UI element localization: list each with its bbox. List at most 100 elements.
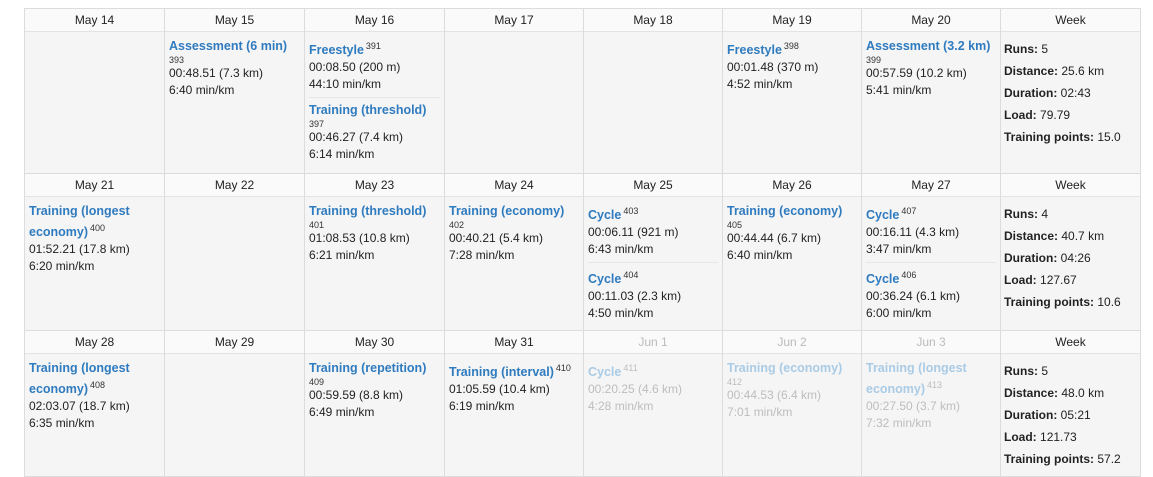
day-date: May 29 [165,331,304,355]
activity-entry: Cycle 411 00:20.25 (4.6 km) 4:28 min/km [588,360,718,419]
week-summary-cell: Week Runs: 5 Distance: 48.0 km Duration: 05… [1000,330,1141,477]
summary-value: 48.0 km [1061,386,1105,401]
day-cell: Jun 2 Training (economy) 412 00:44.53 (6.4 … [722,330,862,477]
activity-link[interactable]: Cycle 404 [588,267,718,288]
activity-entry: Training (economy) 402 00:40.21 (5.4 km) 7:… [449,203,579,268]
activity-pace: 6:49 min/km [309,405,375,420]
day-cell: May 17 [444,8,584,174]
activity-entry: Cycle 406 00:36.24 (6.1 km) 6:00 min/km [866,262,996,326]
activity-id: 400 [90,223,106,233]
week-row: May 28 Training (longest economy) 408 02:03… [24,330,1141,477]
activity-title[interactable]: Assessment (3.2 km) [866,39,990,53]
day-date: May 30 [305,331,444,355]
activity-title[interactable]: Training (longest economy) [29,204,130,239]
activity-link[interactable]: Training (threshold) [309,102,440,119]
day-date: May 14 [25,9,164,32]
day-cell: May 31 Training (interval) 410 01:05.59 (10… [444,330,584,477]
activity-title[interactable]: Training (economy) [727,361,842,375]
activity-entry: Training (economy) 412 00:44.53 (6.4 km) 7:… [727,360,857,425]
activity-title[interactable]: Training (threshold) [309,103,426,117]
activity-link[interactable]: Training (longest economy) 413 [866,360,996,398]
activity-pace: 6:35 min/km [29,416,95,431]
activity-duration: 00:16.11 (4.3 km) [866,225,960,240]
activity-title[interactable]: Training (longest economy) [866,361,967,396]
week-summary: Runs: 4 Distance: 40.7 km Duration: 04:26 L… [1001,197,1140,319]
activity-title[interactable]: Training (economy) [727,204,842,218]
activity-title[interactable]: Cycle [588,365,621,379]
activity-link[interactable]: Freestyle 391 [309,38,440,59]
day-date: May 24 [445,174,583,197]
day-cell: May 22 [164,172,305,332]
week-row: May 14 May 15 Assessment (6 min) 393 00:48.5… [24,8,1141,174]
activity-title[interactable]: Training (economy) [449,204,564,218]
activity-duration: 00:57.59 (10.2 km) [866,66,967,80]
training-calendar: May 14 May 15 Assessment (6 min) 393 00:48.5… [24,8,1141,477]
activity-title[interactable]: Assessment (6 min) [169,39,287,53]
summary-value: 10.6 [1097,295,1121,309]
activity-id: 413 [927,380,943,391]
summary-label: Runs: [1004,42,1038,56]
activity-pace: 5:41 min/km [866,83,932,97]
activity-pace: 4:50 min/km [588,306,654,321]
day-activities: Training (economy) 402 00:40.21 (5.4 km) 7:… [445,197,583,272]
activity-title[interactable]: Training (interval) [449,365,554,379]
activity-pace: 6:21 min/km [309,248,375,262]
activity-duration: 01:08.53 (10.8 km) [309,231,410,245]
activity-title[interactable]: Freestyle [727,43,782,57]
day-date: May 17 [445,9,583,32]
summary-label: Load: [1004,273,1037,287]
activity-title[interactable]: Cycle [866,208,899,222]
day-activities [25,32,164,42]
activity-link[interactable]: Cycle 407 [866,203,996,224]
day-cell: May 30 Training (repetition) 409 00:59.59 (… [304,330,445,477]
activity-link[interactable]: Freestyle 398 [727,38,857,59]
summary-training-points: Training points: 57.2 [1004,448,1137,470]
summary-runs: Runs: 5 [1004,360,1137,382]
summary-value: 15.0 [1097,130,1121,144]
activity-title[interactable]: Training (repetition) [309,361,426,375]
activity-link[interactable]: Training (economy) [727,203,857,220]
activity-title[interactable]: Cycle [588,272,621,286]
activity-duration: 00:59.59 (8.8 km) [309,388,404,403]
activity-id: 409 [309,377,325,388]
day-activities: Assessment (3.2 km) 399 00:57.59 (10.2 km)… [862,32,1000,107]
activity-link[interactable]: Training (longest economy) 408 [29,360,160,398]
activity-link[interactable]: Training (repetition) [309,360,440,377]
summary-value: 02:43 [1060,86,1091,100]
day-activities: Training (economy) 412 00:44.53 (6.4 km) 7:… [723,354,861,429]
day-date: May 23 [305,174,444,197]
activity-pace: 7:28 min/km [449,248,515,262]
activity-title[interactable]: Freestyle [309,43,364,57]
summary-value: 4 [1041,207,1049,221]
activity-link[interactable]: Assessment (6 min) [169,38,300,55]
activity-title[interactable]: Cycle [866,272,899,286]
activity-duration: 00:40.21 (5.4 km) [449,231,544,245]
day-activities [584,32,722,42]
activity-link[interactable]: Training (economy) [449,203,579,220]
summary-label: Duration: [1004,408,1058,423]
activity-duration: 00:20.25 (4.6 km) [588,382,683,397]
activity-link[interactable]: Training (economy) [727,360,857,377]
activity-id: 410 [555,363,571,374]
activity-title[interactable]: Cycle [588,208,621,222]
activity-link[interactable]: Training (threshold) [309,203,440,220]
activity-link[interactable]: Cycle 406 [866,267,996,288]
summary-value: 127.67 [1040,273,1077,287]
summary-load: Load: 127.67 [1004,269,1137,291]
summary-value: 5 [1041,364,1049,379]
activity-link[interactable]: Assessment (3.2 km) [866,38,996,55]
summary-training-points: Training points: 10.6 [1004,291,1137,313]
activity-entry: Cycle 403 00:06.11 (921 m) 6:43 min/km [588,203,718,262]
day-activities [165,197,304,207]
activity-link[interactable]: Training (interval) 410 [449,360,579,381]
activity-title[interactable]: Training (longest economy) [29,361,130,396]
activity-link[interactable]: Cycle 411 [588,360,718,381]
day-cell: May 20 Assessment (3.2 km) 399 00:57.59 (10… [861,8,1001,174]
activity-title[interactable]: Training (threshold) [309,204,426,218]
activity-id: 406 [901,270,917,281]
activity-id: 407 [901,206,917,216]
day-activities: Freestyle 398 00:01.48 (370 m) 4:52 min/km [723,32,861,101]
activity-link[interactable]: Training (longest economy) 400 [29,203,160,241]
summary-label: Distance: [1004,229,1059,243]
activity-link[interactable]: Cycle 403 [588,203,718,224]
